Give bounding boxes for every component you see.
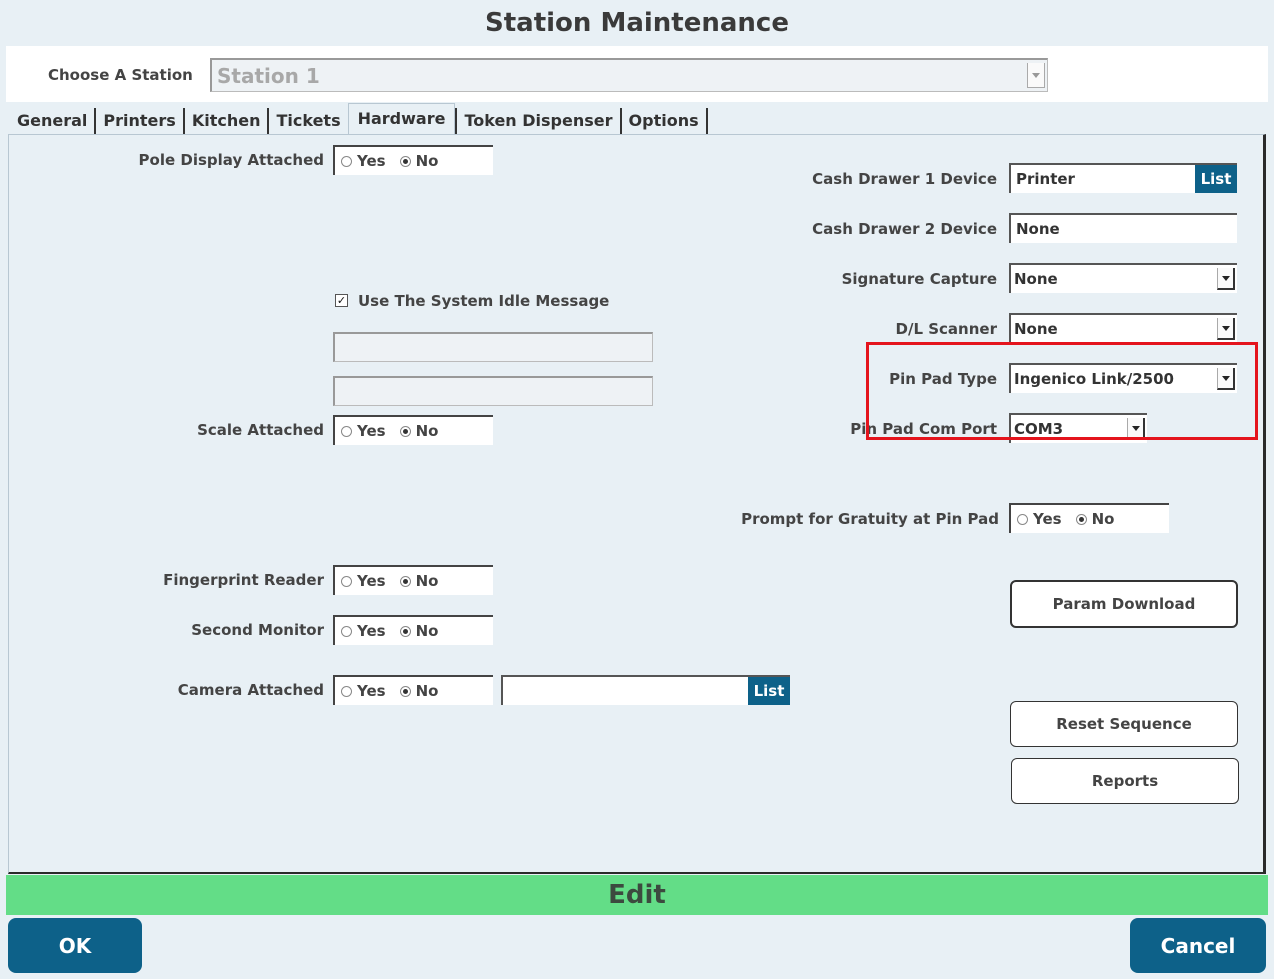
dl-scanner-label: D/L Scanner bbox=[895, 320, 997, 338]
tab-printers[interactable]: Printers bbox=[96, 108, 185, 134]
tab-options[interactable]: Options bbox=[622, 108, 708, 134]
chevron-down-icon[interactable] bbox=[1217, 268, 1235, 290]
radio-on-icon bbox=[399, 625, 411, 637]
checkmark-icon: ✓ bbox=[336, 294, 347, 307]
fingerprint-yes[interactable]: Yes bbox=[341, 572, 386, 590]
signature-capture-label: Signature Capture bbox=[841, 270, 997, 288]
camera-no[interactable]: No bbox=[399, 682, 438, 700]
gratuity-no[interactable]: No bbox=[1075, 510, 1114, 528]
idle-message-label: Use The System Idle Message bbox=[358, 292, 610, 310]
reset-sequence-button[interactable]: Reset Sequence bbox=[1010, 701, 1238, 747]
pole-display-label: Pole Display Attached bbox=[138, 151, 324, 169]
tab-token-dispenser[interactable]: Token Dispenser bbox=[455, 108, 622, 134]
radio-on-icon bbox=[399, 685, 411, 697]
camera-yes[interactable]: Yes bbox=[341, 682, 386, 700]
tab-kitchen[interactable]: Kitchen bbox=[185, 108, 270, 134]
radio-on-icon bbox=[399, 425, 411, 437]
cash-drawer-1-label: Cash Drawer 1 Device bbox=[812, 170, 997, 188]
tab-general[interactable]: General bbox=[10, 108, 97, 134]
radio-off-icon bbox=[341, 155, 352, 167]
dl-scanner-select[interactable]: None bbox=[1009, 313, 1237, 343]
dl-scanner-value: None bbox=[1014, 320, 1058, 338]
scale-yes[interactable]: Yes bbox=[341, 422, 386, 440]
tab-hardware[interactable]: Hardware bbox=[347, 103, 456, 135]
second-monitor-no[interactable]: No bbox=[399, 622, 438, 640]
radio-off-icon bbox=[341, 685, 352, 697]
gratuity-yes[interactable]: Yes bbox=[1017, 510, 1062, 528]
idle-message-line1-input[interactable] bbox=[333, 332, 653, 362]
chevron-down-icon[interactable] bbox=[1217, 318, 1235, 340]
page-title: Station Maintenance bbox=[485, 8, 789, 38]
camera-label: Camera Attached bbox=[177, 681, 324, 699]
chevron-down-icon[interactable] bbox=[1027, 63, 1045, 88]
second-monitor-label: Second Monitor bbox=[191, 621, 324, 639]
fingerprint-label: Fingerprint Reader bbox=[163, 571, 324, 589]
camera-list-button[interactable]: List bbox=[748, 677, 790, 705]
radio-off-icon bbox=[341, 625, 352, 637]
idle-message-line2-input[interactable] bbox=[333, 376, 653, 406]
mode-bar: Edit bbox=[6, 875, 1268, 915]
highlight-box bbox=[866, 342, 1258, 440]
signature-capture-select[interactable]: None bbox=[1009, 263, 1237, 293]
gratuity-radio-group: Yes No bbox=[1009, 503, 1169, 533]
idle-message-checkbox[interactable]: ✓ bbox=[335, 294, 348, 307]
tab-tickets[interactable]: Tickets bbox=[269, 108, 347, 134]
radio-on-icon bbox=[1075, 513, 1087, 525]
scale-label: Scale Attached bbox=[197, 421, 324, 439]
cancel-button[interactable]: Cancel bbox=[1130, 918, 1266, 973]
camera-radio-group: Yes No bbox=[333, 675, 493, 705]
signature-capture-value: None bbox=[1014, 270, 1058, 288]
choose-station-label: Choose A Station bbox=[48, 66, 193, 84]
camera-device-input[interactable]: List bbox=[501, 675, 790, 705]
reports-button[interactable]: Reports bbox=[1011, 758, 1239, 804]
cash-drawer-2-value: None bbox=[1016, 220, 1060, 238]
scale-no[interactable]: No bbox=[399, 422, 438, 440]
ok-button[interactable]: OK bbox=[8, 918, 142, 973]
cash-drawer-1-list-button[interactable]: List bbox=[1195, 165, 1237, 193]
pole-display-no[interactable]: No bbox=[399, 152, 438, 170]
pole-display-radio-group: Yes No bbox=[333, 145, 493, 175]
station-select-value: Station 1 bbox=[217, 63, 320, 88]
tab-bar: General Printers Kitchen Tickets Hardwar… bbox=[10, 103, 708, 135]
cash-drawer-2-input[interactable]: None bbox=[1009, 213, 1237, 243]
param-download-button[interactable]: Param Download bbox=[1010, 580, 1238, 628]
second-monitor-yes[interactable]: Yes bbox=[341, 622, 386, 640]
radio-off-icon bbox=[341, 575, 352, 587]
pole-display-yes[interactable]: Yes bbox=[341, 152, 386, 170]
station-select[interactable]: Station 1 bbox=[210, 58, 1048, 92]
fingerprint-no[interactable]: No bbox=[399, 572, 438, 590]
second-monitor-radio-group: Yes No bbox=[333, 615, 493, 645]
radio-off-icon bbox=[1017, 513, 1028, 525]
cash-drawer-1-value: Printer bbox=[1016, 170, 1075, 188]
cash-drawer-1-input[interactable]: Printer List bbox=[1009, 163, 1237, 193]
fingerprint-radio-group: Yes No bbox=[333, 565, 493, 595]
cash-drawer-2-label: Cash Drawer 2 Device bbox=[812, 220, 997, 238]
gratuity-label: Prompt for Gratuity at Pin Pad bbox=[741, 510, 999, 528]
scale-radio-group: Yes No bbox=[333, 415, 493, 445]
radio-on-icon bbox=[399, 155, 411, 167]
radio-off-icon bbox=[341, 425, 352, 437]
radio-on-icon bbox=[399, 575, 411, 587]
